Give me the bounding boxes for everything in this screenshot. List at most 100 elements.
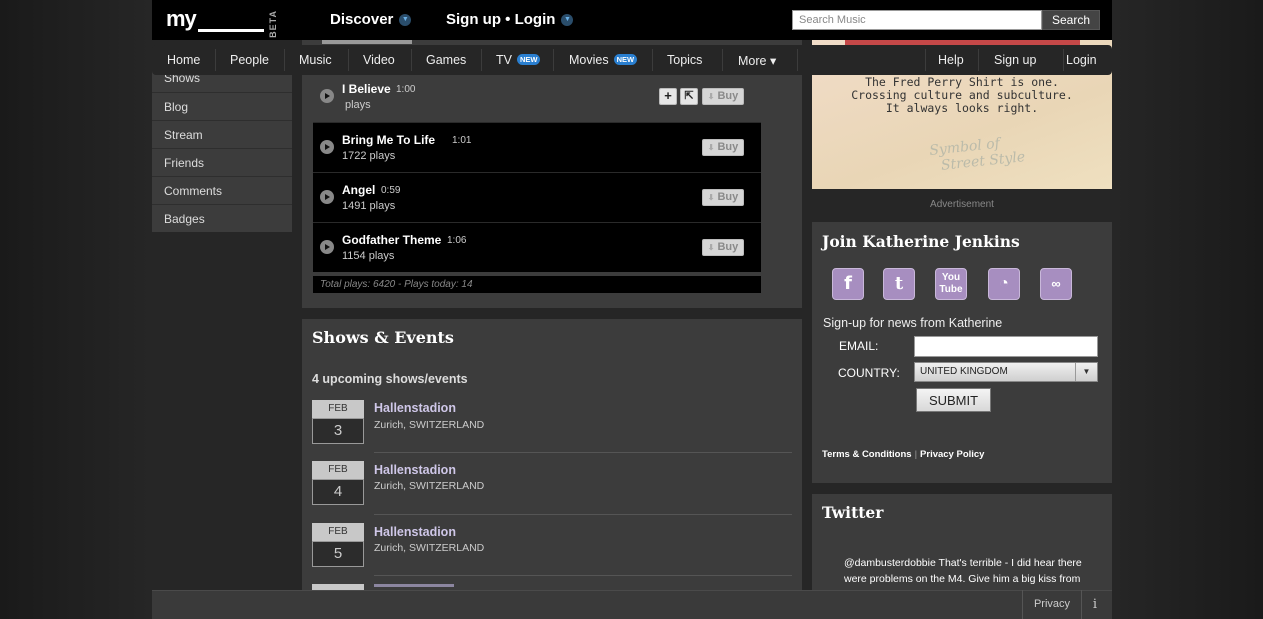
event-venue-link[interactable]: Hallenstadion	[374, 525, 456, 539]
track-plays: 1154 plays	[342, 250, 395, 262]
rss-icon[interactable]: ◔	[988, 268, 1020, 300]
play-icon[interactable]	[320, 140, 334, 154]
track-duration: 1:06	[447, 235, 467, 246]
lastfm-icon[interactable]: ∞	[1040, 268, 1072, 300]
email-label: EMAIL:	[839, 339, 879, 353]
facebook-icon[interactable]: f	[832, 268, 864, 300]
event-month: FEB	[312, 523, 364, 541]
terms-link[interactable]: Terms & Conditions	[822, 449, 912, 460]
event-location: Zurich, SWITZERLAND	[374, 480, 485, 492]
nav-games[interactable]: Games	[426, 53, 466, 67]
chevron-down-icon: ▼	[561, 14, 574, 27]
bottom-bar	[152, 590, 1112, 619]
sidebar-item-friends[interactable]: Friends	[152, 149, 292, 177]
track-plays: 1491 plays	[342, 200, 396, 212]
country-label: COUNTRY:	[838, 366, 900, 380]
terms-links: Terms & Conditions | Privacy Policy	[822, 449, 985, 460]
download-icon: ⬇	[707, 92, 715, 101]
track-row[interactable]: Bring Me To Life 1:01 1722 plays ⬇ Buy	[313, 122, 761, 172]
download-icon: ⬇	[707, 143, 715, 152]
sidebar-item-stream[interactable]: Stream	[152, 121, 292, 149]
play-icon[interactable]	[320, 89, 334, 103]
event-venue-link[interactable]: Hallenstadion	[374, 463, 456, 477]
sidebar-item-blog[interactable]: Blog	[152, 93, 292, 121]
signup-login-menu[interactable]: Sign up • Login ▼	[446, 11, 574, 28]
play-icon[interactable]	[320, 190, 334, 204]
country-select[interactable]: UNITED KINGDOM	[914, 362, 1098, 382]
discover-menu[interactable]: Discover ▼	[330, 11, 412, 28]
event-day: 5	[312, 541, 364, 567]
event-location: Zurich, SWITZERLAND	[374, 542, 485, 554]
youtube-icon[interactable]: You Tube	[935, 268, 967, 300]
nav-people[interactable]: People	[230, 53, 269, 67]
nav-signup[interactable]: Sign up	[994, 53, 1036, 67]
chevron-down-icon: ▼	[399, 14, 412, 27]
buy-button[interactable]: ⬇ Buy	[702, 239, 744, 256]
track-row[interactable]: Godfather Theme 1:06 1154 plays ⬇ Buy	[313, 222, 761, 272]
main-navigation: Home People Music Video Games TV NEW Movi…	[152, 45, 1112, 75]
upcoming-shows-count: 4 upcoming shows/events	[312, 372, 468, 386]
track-title[interactable]: Bring Me To Life	[342, 133, 435, 147]
nav-topics[interactable]: Topics	[667, 53, 702, 67]
track-title[interactable]: I Believe	[342, 82, 391, 96]
download-icon: ⬇	[707, 243, 715, 252]
buy-button[interactable]: ⬇ Buy	[702, 189, 744, 206]
track-plays: 1722 plays	[342, 150, 396, 162]
download-icon: ⬇	[707, 193, 715, 202]
new-badge: NEW	[516, 54, 541, 65]
divider	[374, 575, 792, 576]
nav-movies[interactable]: Movies NEW	[569, 53, 638, 67]
play-icon[interactable]	[320, 240, 334, 254]
myspace-logo[interactable]: my	[166, 6, 264, 32]
event-month: FEB	[312, 461, 364, 479]
buy-button[interactable]: ⬇ Buy	[702, 88, 744, 105]
sidebar-item-badges[interactable]: Badges	[152, 205, 292, 233]
track-title[interactable]: Godfather Theme	[342, 233, 441, 247]
track-duration: 1:00	[396, 84, 416, 95]
chevron-down-icon[interactable]: ▼	[1075, 363, 1097, 381]
track-plays: plays	[345, 99, 371, 111]
search-button[interactable]: Search	[1042, 10, 1100, 30]
event-day: 3	[312, 418, 364, 444]
privacy-link[interactable]: Privacy	[1022, 590, 1082, 619]
nav-more[interactable]: More ▾	[738, 53, 776, 68]
divider	[374, 514, 792, 515]
privacy-policy-link[interactable]: Privacy Policy	[920, 449, 984, 460]
event-day: 4	[312, 479, 364, 505]
submit-button[interactable]: SUBMIT	[916, 388, 991, 412]
total-plays-text: Total plays: 6420 - Plays today: 14	[313, 276, 761, 293]
sidebar-item-comments[interactable]: Comments	[152, 177, 292, 205]
divider	[374, 452, 792, 453]
beta-label: BETA	[268, 10, 278, 38]
nav-tv[interactable]: TV NEW	[496, 53, 541, 67]
advertisement-label: Advertisement	[930, 199, 994, 210]
info-icon[interactable]: i	[1084, 590, 1106, 619]
nav-help[interactable]: Help	[938, 53, 964, 67]
buy-button[interactable]: ⬇ Buy	[702, 139, 744, 156]
event-location: Zurich, SWITZERLAND	[374, 419, 485, 431]
nav-music[interactable]: Music	[299, 53, 332, 67]
twitter-icon[interactable]: t	[883, 268, 915, 300]
shows-events-title: Shows & Events	[312, 328, 454, 347]
player-tab	[322, 40, 412, 44]
new-badge: NEW	[613, 54, 638, 65]
event-venue-link[interactable]: Hallenstadion	[374, 401, 456, 415]
track-title[interactable]: Angel	[342, 183, 375, 197]
profile-sidebar: Shows Blog Stream Friends Comments Badge…	[152, 65, 292, 232]
tweet-text: @dambusterdobbie That's terrible - I did…	[844, 557, 1082, 585]
track-row[interactable]: Angel 0:59 1491 plays ⬇ Buy	[313, 172, 761, 222]
twitter-title: Twitter	[822, 503, 884, 522]
search-input[interactable]	[792, 10, 1042, 30]
signup-heading: Sign-up for news from Katherine	[823, 316, 1003, 330]
email-field[interactable]	[914, 336, 1098, 357]
ad-text: The Fred Perry Shirt is one. Crossing cu…	[851, 75, 1073, 115]
nav-home[interactable]: Home	[167, 53, 200, 67]
event-month: FEB	[312, 400, 364, 418]
track-duration: 0:59	[381, 185, 401, 196]
join-title: Join Katherine Jenkins	[822, 232, 1020, 251]
track-duration: 1:01	[452, 135, 472, 146]
nav-login[interactable]: Login	[1066, 53, 1097, 67]
nav-video[interactable]: Video	[363, 53, 395, 67]
share-icon[interactable]: ⇱	[680, 88, 698, 105]
add-icon[interactable]: +	[659, 88, 677, 105]
